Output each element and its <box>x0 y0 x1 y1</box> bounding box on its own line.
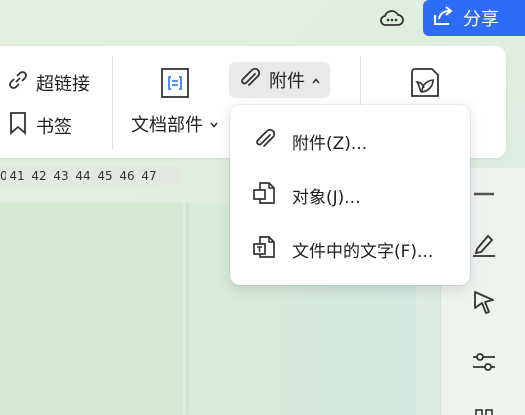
chevron-up-icon <box>311 70 321 91</box>
select-cursor-icon[interactable] <box>470 288 498 316</box>
share-label: 分享 <box>463 9 499 30</box>
bookmark-icon <box>6 110 30 141</box>
menu-item-label: 附件(Z)... <box>292 133 368 154</box>
ruler-tick: 45 <box>97 169 113 183</box>
object-icon <box>252 180 278 211</box>
ruler-tick: 46 <box>119 169 135 183</box>
cloud-icon[interactable] <box>378 5 406 31</box>
adjust-sliders-icon[interactable] <box>470 348 498 376</box>
watermark-icon[interactable] <box>408 66 442 100</box>
ruler-tick: 41 <box>9 169 25 183</box>
hyperlink-label: 超链接 <box>36 73 90 95</box>
menu-item-label: 对象(J)... <box>292 187 361 208</box>
menu-item-text-from-file[interactable]: 文件中的文字(F)... <box>230 229 470 269</box>
paperclip-icon <box>237 65 263 96</box>
doc-parts-button[interactable]: 文档部件 <box>131 111 219 137</box>
ribbon-divider <box>112 56 113 150</box>
paperclip-icon <box>252 126 278 157</box>
ruler-tick: 44 <box>75 169 91 183</box>
share-icon <box>431 5 455 32</box>
more-tools-icon[interactable] <box>470 402 498 415</box>
doc-parts-label: 文档部件 <box>131 115 203 136</box>
text-from-file-icon <box>252 234 278 265</box>
ruler-tick: 47 <box>141 169 157 183</box>
document-margin[interactable] <box>0 203 183 415</box>
ruler-tick: 42 <box>31 169 47 183</box>
link-icon <box>6 68 30 97</box>
menu-item-label: 文件中的文字(F)... <box>292 241 434 262</box>
hyperlink-button[interactable]: 超链接 <box>6 68 90 97</box>
ruler-tick: 43 <box>53 169 69 183</box>
bookmark-button[interactable]: 书签 <box>6 110 72 141</box>
menu-item-object[interactable]: 对象(J)... <box>230 175 470 215</box>
attachment-dropdown-menu: 附件(Z)... 对象(J)... 文件中的文字(F)... <box>230 105 470 285</box>
pen-icon[interactable] <box>470 230 498 258</box>
attachment-label: 附件 <box>269 71 305 92</box>
bookmark-label: 书签 <box>36 116 72 138</box>
share-button[interactable]: 分享 <box>423 0 525 36</box>
horizontal-ruler: 0 41 42 43 44 45 46 47 <box>0 166 182 186</box>
minus-icon[interactable] <box>470 180 498 208</box>
attachment-button[interactable]: 附件 <box>229 62 330 98</box>
doc-parts-icon[interactable] <box>160 67 190 99</box>
chevron-down-icon <box>209 114 219 135</box>
menu-item-attachment[interactable]: 附件(Z)... <box>230 121 470 161</box>
